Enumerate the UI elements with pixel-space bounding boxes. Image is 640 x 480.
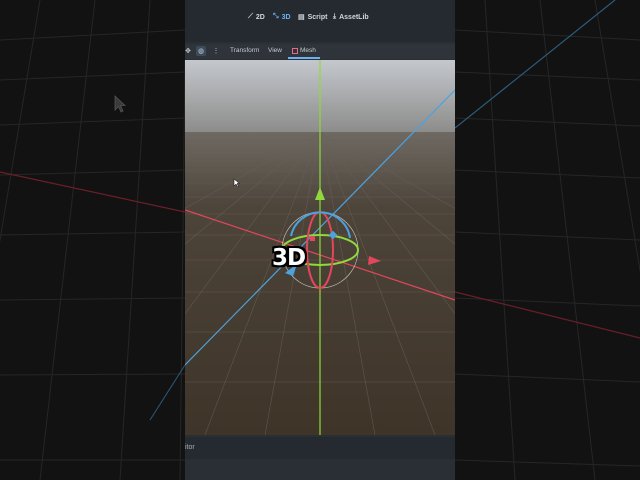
script-icon: ▤ — [298, 14, 305, 21]
viewport-toolbar: ✥ ◍ ⋮ Transform View Mesh — [185, 44, 455, 59]
viewport-scene — [185, 60, 455, 435]
bottom-panel-label[interactable]: itor — [185, 444, 195, 451]
overlay-3d-label: 3D — [272, 245, 306, 271]
workspace-2d-button[interactable]: ⟋ 2D — [248, 13, 265, 21]
left-background-viewport — [0, 0, 185, 480]
3d-viewport[interactable] — [185, 60, 455, 435]
mesh-icon — [292, 47, 298, 54]
transform-menu[interactable]: Transform — [230, 47, 259, 54]
mesh-menu[interactable]: Mesh — [288, 44, 320, 59]
assetlib-icon: ⤓ — [333, 13, 337, 20]
workspace-bar: ⟋ 2D ⤡ 3D ▤ Script ⤓ AssetLib — [185, 0, 455, 42]
workspace-assetlib-button[interactable]: ⤓ AssetLib — [333, 13, 369, 21]
globe-icon[interactable]: ◍ — [196, 46, 206, 56]
bottom-panel-bar: itor — [185, 437, 455, 459]
left-grid — [0, 0, 185, 480]
more-options-icon[interactable]: ⋮ — [211, 46, 221, 56]
godot-editor: ⟋ 2D ⤡ 3D ▤ Script ⤓ AssetLib ✥ ◍ ⋮ Tran… — [185, 0, 455, 480]
mouse-cursor-icon — [114, 95, 127, 113]
2d-icon: ⟋ — [248, 13, 253, 20]
right-grid — [455, 0, 640, 480]
view-menu[interactable]: View — [268, 47, 282, 54]
right-background-viewport — [455, 0, 640, 480]
move-tool-icon[interactable]: ✥ — [185, 46, 193, 56]
3d-icon: ⤡ — [273, 13, 279, 20]
workspace-script-button[interactable]: ▤ Script — [298, 13, 327, 22]
workspace-3d-button[interactable]: ⤡ 3D — [273, 13, 291, 21]
viewport-cursor-icon — [233, 178, 241, 188]
